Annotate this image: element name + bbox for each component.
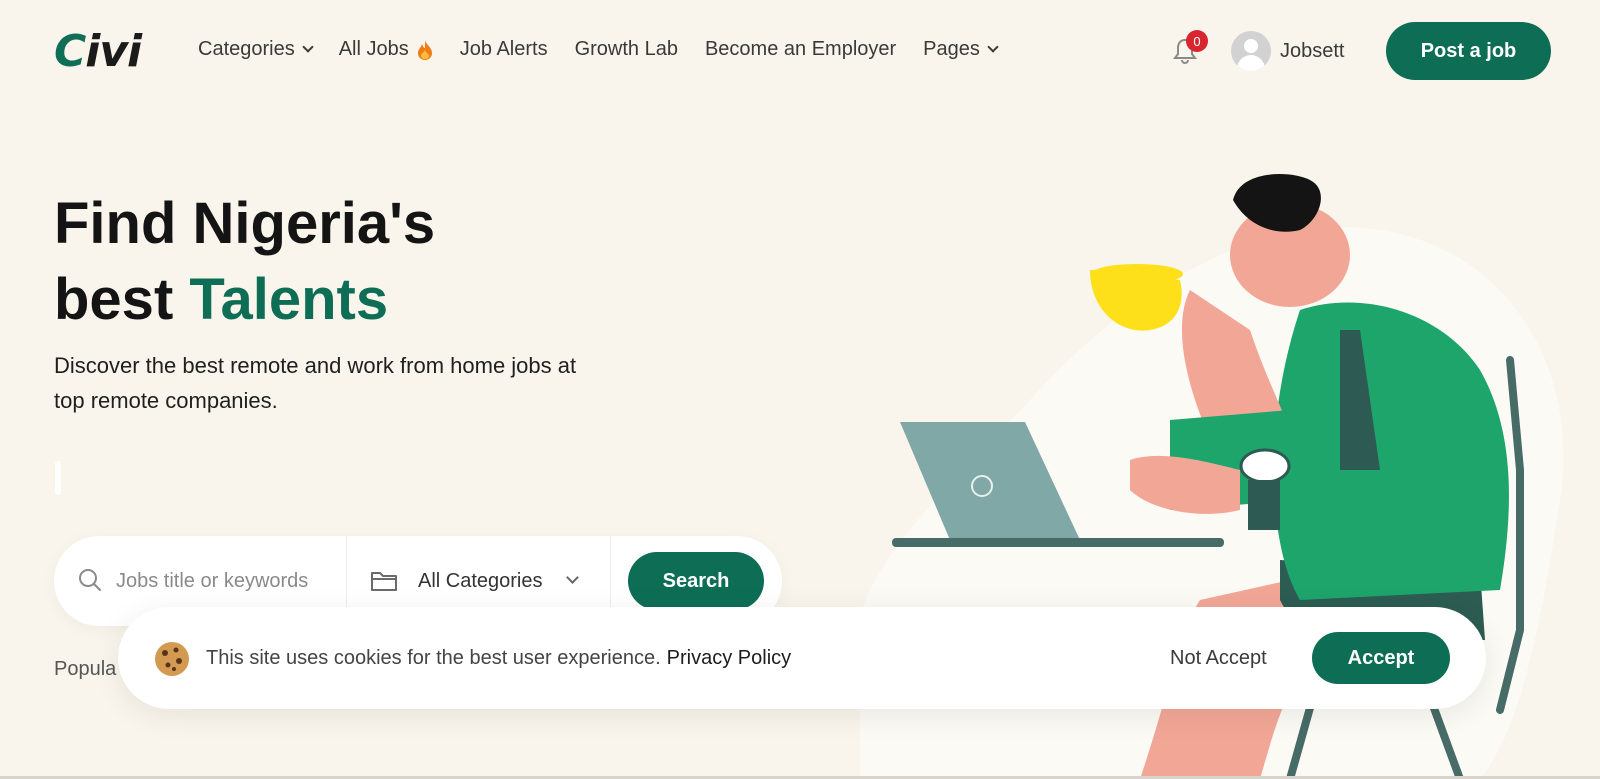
privacy-policy-link[interactable]: Privacy Policy (667, 647, 791, 669)
nav-job-alerts[interactable]: Job Alerts (460, 38, 548, 61)
hero-subtitle: Discover the best remote and work from h… (54, 353, 577, 413)
cookie-banner: This site uses cookies for the best user… (118, 607, 1486, 709)
logo-text: ivi (85, 26, 142, 77)
accept-button[interactable]: Accept (1312, 632, 1450, 684)
hero-title-line2: best Talents (54, 262, 435, 338)
chevron-down-icon (987, 41, 999, 53)
nav-all-jobs-label: All Jobs (338, 38, 409, 60)
main-nav: Categories All Jobs Job Alerts Growth La… (198, 38, 1024, 61)
fire-icon (417, 39, 432, 60)
hero-title-line1: Find Nigeria's (54, 191, 436, 256)
nav-all-jobs[interactable]: All Jobs (339, 38, 433, 61)
civi-logo[interactable]: Civi (54, 26, 142, 77)
chevron-down-icon (302, 41, 314, 53)
cookie-message: This site uses cookies for the best user… (206, 647, 791, 670)
nav-pages-label: Pages (923, 38, 980, 60)
nav-categories[interactable]: Categories (198, 38, 314, 61)
nav-growth-lab[interactable]: Growth Lab (575, 38, 678, 61)
not-accept-button[interactable]: Not Accept (1170, 647, 1267, 670)
popular-searches-label: Popula (54, 658, 117, 680)
cookie-icon (155, 642, 189, 676)
search-button[interactable]: Search (628, 552, 764, 610)
post-job-button[interactable]: Post a job (1386, 22, 1551, 80)
search-input[interactable] (116, 566, 326, 596)
hero-title: Find Nigeria's best Talents (54, 186, 435, 338)
hero-title-plain: best (54, 267, 190, 332)
text-cursor (55, 461, 61, 495)
hero-title-accent: Talents (189, 267, 389, 332)
chevron-down-icon (566, 571, 579, 584)
nav-pages[interactable]: Pages (923, 38, 999, 61)
nav-job-alerts-label: Job Alerts (459, 38, 548, 60)
logo-letter: C (54, 26, 86, 77)
avatar-head (1244, 39, 1258, 53)
notification-badge: 0 (1186, 30, 1208, 52)
nav-categories-label: Categories (198, 38, 295, 60)
nav-growth-lab-label: Growth Lab (574, 38, 678, 60)
avatar-body (1237, 55, 1265, 71)
folder-icon (371, 572, 397, 591)
nav-become-employer[interactable]: Become an Employer (705, 38, 896, 61)
username-link[interactable]: Jobsett (1280, 40, 1344, 63)
cookie-text: This site uses cookies for the best user… (206, 647, 661, 669)
avatar[interactable] (1231, 31, 1271, 71)
search-icon (79, 569, 101, 591)
nav-become-employer-label: Become an Employer (704, 38, 897, 60)
site-header: Civi Categories All Jobs Job Alerts Grow… (0, 0, 1600, 104)
category-select[interactable]: All Categories (418, 570, 543, 593)
